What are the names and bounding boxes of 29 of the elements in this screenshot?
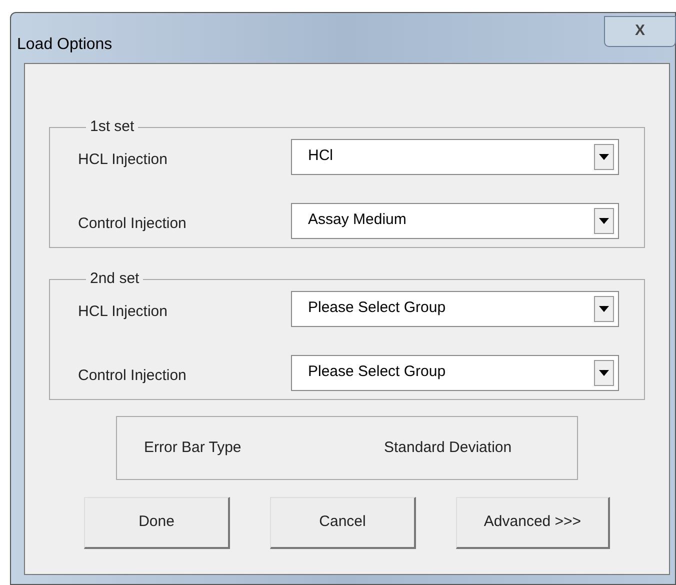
error-bar-type-label: Error Bar Type	[144, 438, 242, 458]
dropdown-value: Assay Medium	[308, 210, 406, 230]
dropdown-value: Please Select Group	[308, 362, 446, 382]
dropdown[interactable]: Please Select Group	[291, 354, 619, 390]
dropdown-arrow-button[interactable]	[594, 208, 614, 234]
dialog-button[interactable]: Done	[84, 497, 230, 549]
dropdown-arrow-button[interactable]	[594, 296, 614, 322]
dialog-button[interactable]: Advanced >>>	[456, 497, 610, 549]
caret-icon	[599, 306, 609, 312]
dialog-button[interactable]: Cancel	[270, 497, 416, 549]
group-legend: 1st set	[86, 116, 138, 138]
caret-icon	[599, 218, 609, 224]
close-button[interactable]: X	[604, 16, 676, 47]
field-label: HCL Injection	[78, 150, 168, 170]
dropdown-arrow-button[interactable]	[594, 144, 614, 170]
dropdown[interactable]: Please Select Group	[291, 290, 619, 326]
window-title: Load Options	[17, 35, 112, 55]
dropdown-arrow-button[interactable]	[594, 360, 614, 386]
dropdown-value: Please Select Group	[308, 298, 446, 318]
caret-icon	[599, 370, 609, 376]
error-bar-type-value: Standard Deviation	[384, 438, 512, 458]
dropdown[interactable]: HCl	[291, 138, 619, 174]
group-legend: 2nd set	[86, 268, 144, 290]
field-label: HCL Injection	[78, 302, 168, 322]
dropdown[interactable]: Assay Medium	[291, 202, 619, 238]
field-label: Control Injection	[78, 214, 188, 234]
caret-icon	[599, 154, 609, 160]
dropdown-value: HCl	[308, 146, 333, 166]
field-label: Control Injection	[78, 366, 188, 386]
